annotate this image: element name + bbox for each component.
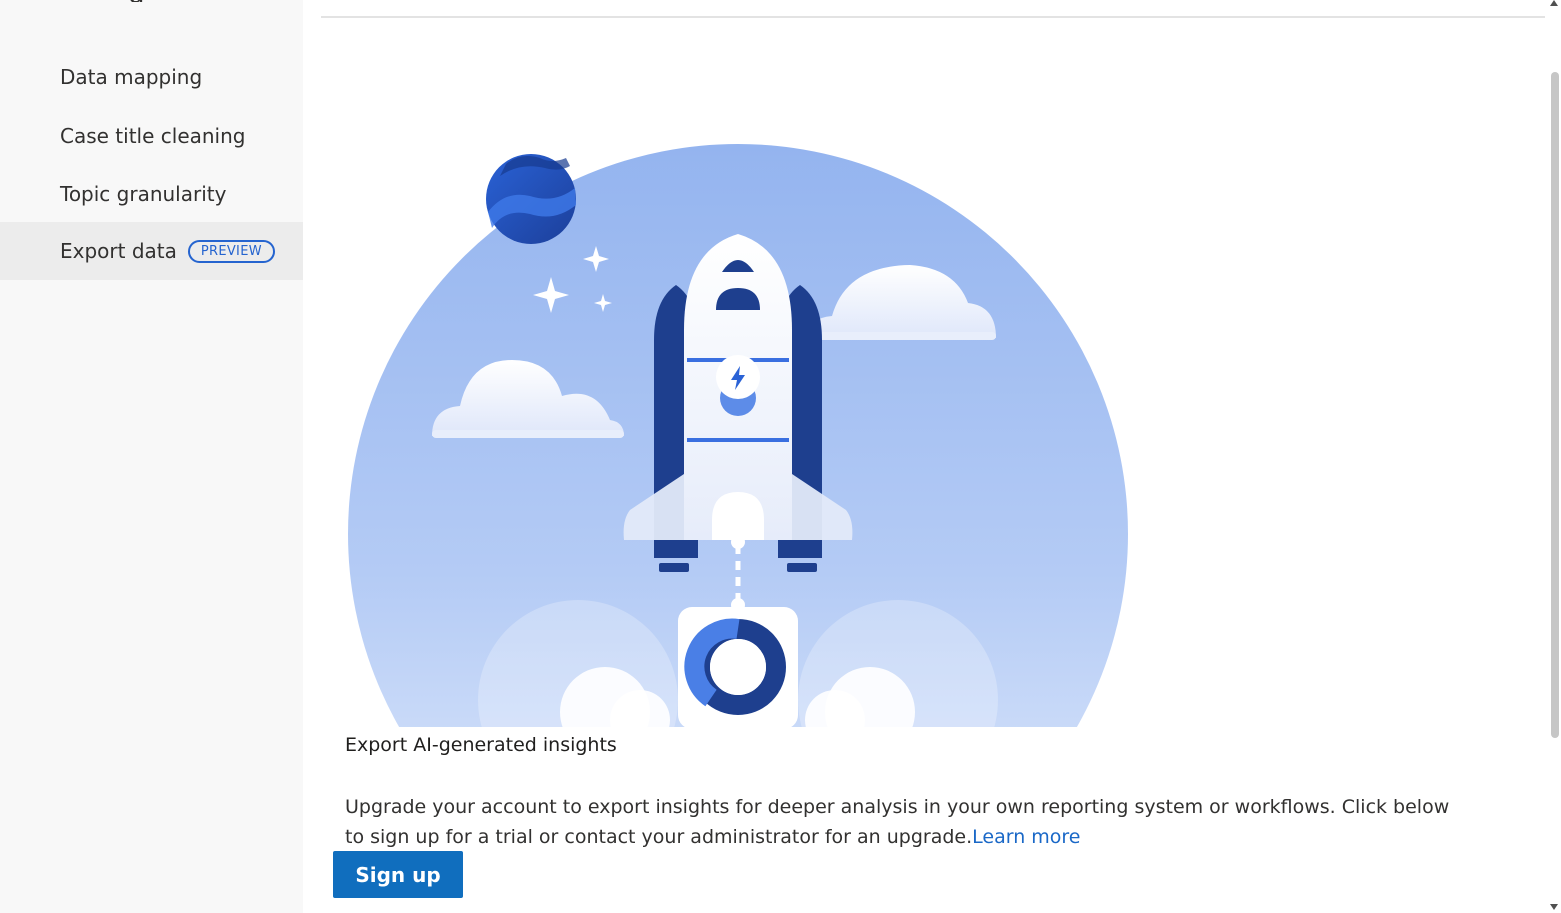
sidebar-item-label: Data mapping <box>60 65 203 89</box>
scroll-up-arrow-icon[interactable] <box>1550 0 1558 6</box>
sidebar-title: g <box>128 0 158 2</box>
header-divider <box>321 16 1545 18</box>
sidebar-item-data-mapping[interactable]: Data mapping <box>0 48 303 106</box>
preview-badge: PREVIEW <box>187 239 275 263</box>
rocket-launch-illustration <box>348 144 1128 727</box>
sidebar-item-export-data[interactable]: Export data PREVIEW <box>0 222 303 280</box>
sidebar-item-case-title-cleaning[interactable]: Case title cleaning <box>0 107 303 165</box>
sidebar-item-topic-granularity[interactable]: Topic granularity <box>0 165 303 223</box>
description-text: Upgrade your account to export insights … <box>345 796 1450 848</box>
learn-more-link[interactable]: Learn more <box>972 826 1080 848</box>
settings-sidebar: g Data mapping Case title cleaning Topic… <box>0 0 303 913</box>
sidebar-item-label: Case title cleaning <box>60 124 246 148</box>
sidebar-item-label: Export data <box>60 239 177 263</box>
sidebar-item-label: Topic granularity <box>60 182 227 206</box>
sign-up-button[interactable]: Sign up <box>333 851 463 898</box>
upgrade-description: Upgrade your account to export insights … <box>345 792 1455 852</box>
page-heading: Export AI-generated insights <box>345 734 617 756</box>
scroll-down-arrow-icon[interactable] <box>1550 904 1558 910</box>
donut-chart-card-icon <box>678 607 798 727</box>
scrollbar-thumb[interactable] <box>1551 72 1559 738</box>
scrollbar[interactable] <box>1547 0 1561 913</box>
planet-icon <box>486 154 576 244</box>
